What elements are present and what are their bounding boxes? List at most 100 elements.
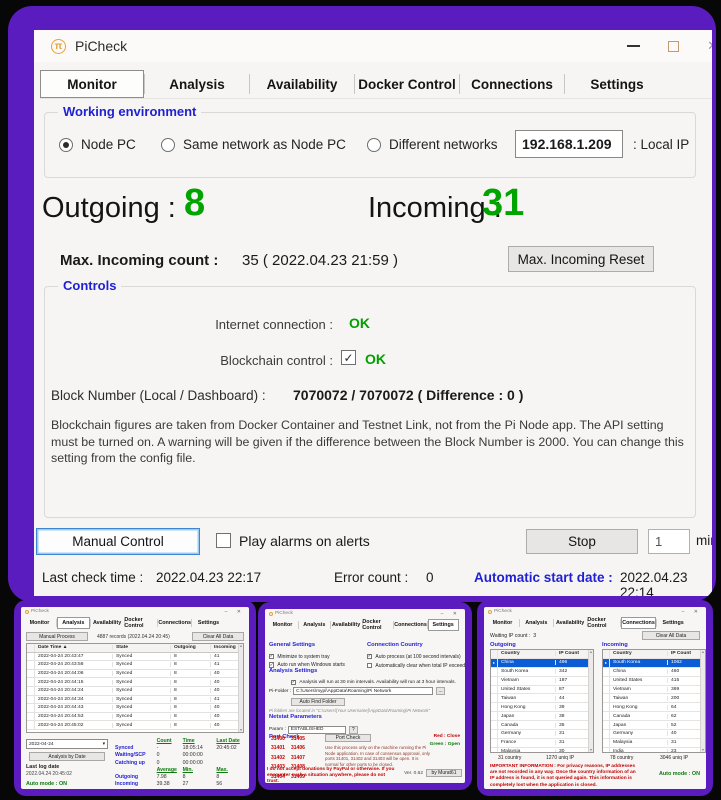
tab-docker-control[interactable]: Docker Control: [362, 619, 393, 631]
country-row[interactable]: Japan38: [491, 712, 593, 721]
tab-docker-control[interactable]: Docker Control: [587, 617, 620, 629]
credit-button[interactable]: by Murat61: [426, 769, 462, 777]
country-row[interactable]: Malaysia31: [603, 739, 705, 748]
country-row[interactable]: Canada35: [491, 721, 593, 730]
column-header-country[interactable]: Country: [610, 651, 668, 656]
country-row[interactable]: India23: [603, 748, 705, 753]
country-row[interactable]: China460: [603, 668, 705, 677]
table-row[interactable]: 2022-04-24 20:44:53Synced840: [27, 713, 243, 722]
country-row[interactable]: Vietnam187: [491, 677, 593, 686]
checkbox-checked-icon[interactable]: ✓: [291, 680, 296, 685]
table-row[interactable]: 2022-04-24 20:44:34Synced841: [27, 696, 243, 705]
clear-all-data-button[interactable]: Clear All Data: [192, 632, 244, 641]
maximize-icon[interactable]: [668, 41, 679, 52]
country-row[interactable]: Malaysia30: [491, 748, 593, 753]
country-row[interactable]: France31: [491, 739, 593, 748]
tab-docker-control[interactable]: Docker Control: [124, 617, 157, 629]
table-scrollbar[interactable]: ▲▼: [238, 644, 243, 732]
browse-button[interactable]: ...: [436, 687, 445, 695]
country-row[interactable]: Japan52: [603, 721, 705, 730]
clear-all-data-button[interactable]: Clear All Data: [642, 631, 700, 640]
radio-icon[interactable]: [367, 138, 381, 152]
column-header-date-time[interactable]: Date Time ▲: [35, 645, 113, 650]
tab-docker-control[interactable]: Docker Control: [355, 70, 459, 98]
country-row[interactable]: Taiwan200: [603, 694, 705, 703]
max-incoming-reset-button[interactable]: Max. Incoming Reset: [508, 246, 654, 272]
port-check-button[interactable]: Port Check: [325, 734, 371, 742]
local-ip-input[interactable]: 192.168.1.209: [515, 130, 623, 158]
close-icon[interactable]: ✕: [707, 38, 712, 54]
country-row[interactable]: Hong Kong64: [603, 703, 705, 712]
pi-folder-row: Pi-Folder : C:\Users\mypi\AppData\Roamin…: [269, 687, 461, 695]
country-row[interactable]: Hong Kong39: [491, 703, 593, 712]
table-row[interactable]: 2022-04-24 20:44:06Synced840: [27, 670, 243, 679]
tab-analysis[interactable]: Analysis: [145, 70, 249, 98]
scroll-down-icon[interactable]: ▼: [701, 748, 704, 752]
manual-control-button[interactable]: Manual Control: [36, 528, 200, 555]
table-row[interactable]: 2022-04-24 20:43:47Synced841: [27, 653, 243, 662]
radio-icon[interactable]: [161, 138, 175, 152]
tab-analysis[interactable]: Analysis: [57, 617, 90, 629]
play-alarms-checkbox[interactable]: [216, 533, 231, 548]
column-header-state[interactable]: State: [113, 645, 171, 650]
scroll-down-icon[interactable]: ▼: [589, 748, 592, 752]
minimize-icon[interactable]: [627, 45, 640, 47]
table-scrollbar[interactable]: ▲▼: [700, 650, 705, 752]
country-row[interactable]: ▸South Korea1062: [603, 659, 705, 668]
tab-settings[interactable]: Settings: [657, 617, 690, 629]
tab-analysis[interactable]: Analysis: [299, 619, 330, 631]
tab-monitor[interactable]: Monitor: [23, 617, 56, 629]
stop-button[interactable]: Stop: [526, 529, 638, 554]
blockchain-control-checkbox[interactable]: ✓: [341, 350, 356, 365]
tab-settings[interactable]: Settings: [192, 617, 225, 629]
column-header-outgoing[interactable]: Outgoing: [171, 645, 211, 650]
country-row[interactable]: South Korea342: [491, 668, 593, 677]
tab-monitor[interactable]: Monitor: [267, 619, 298, 631]
scroll-up-icon[interactable]: ▲: [701, 650, 704, 654]
country-row[interactable]: Germany31: [491, 730, 593, 739]
tab-availability[interactable]: Availability: [250, 70, 354, 98]
tab-availability[interactable]: Availability: [331, 619, 362, 631]
scroll-down-icon[interactable]: ▼: [239, 728, 242, 732]
tab-connections[interactable]: Connections: [158, 617, 191, 629]
country-row[interactable]: United States415: [603, 677, 705, 686]
country-row[interactable]: Taiwan44: [491, 694, 593, 703]
table-row[interactable]: 2022-04-24 20:43:56Synced841: [27, 661, 243, 670]
tab-connections[interactable]: Connections: [460, 70, 564, 98]
tab-analysis[interactable]: Analysis: [520, 617, 553, 629]
table-row[interactable]: 2022-04-24 20:44:15Synced840: [27, 678, 243, 687]
radio-selected-icon[interactable]: [59, 138, 73, 152]
tab-availability[interactable]: Availability: [91, 617, 124, 629]
analysis-table[interactable]: ▲▼ Date Time ▲StateOutgoingIncoming2022-…: [26, 643, 244, 733]
tab-monitor[interactable]: Monitor: [486, 617, 519, 629]
country-row[interactable]: United States87: [491, 686, 593, 695]
table-row[interactable]: 2022-04-24 20:44:24Synced840: [27, 687, 243, 696]
tab-connections[interactable]: Connections: [394, 619, 427, 631]
country-row[interactable]: ▸China496: [491, 659, 593, 668]
tab-settings[interactable]: Settings: [428, 619, 459, 631]
pi-folder-input[interactable]: C:\Users\mypi\AppData\Roaming\Pi Network: [293, 687, 433, 695]
radio-same-network[interactable]: Same network as Node PC: [161, 137, 346, 152]
outgoing-country-table[interactable]: ▲▼ CountryIP Count▸China496South Korea34…: [490, 649, 594, 753]
table-row[interactable]: 2022-04-24 20:45:02Synced840: [27, 721, 243, 730]
tab-availability[interactable]: Availability: [554, 617, 587, 629]
radio-node-pc[interactable]: Node PC: [59, 137, 136, 152]
country-row[interactable]: Germany40: [603, 730, 705, 739]
tab-monitor[interactable]: Monitor: [40, 70, 144, 98]
tab-settings[interactable]: Settings: [565, 70, 669, 98]
manual-process-button[interactable]: Manual Process: [26, 632, 88, 641]
country-row[interactable]: Canada62: [603, 712, 705, 721]
interval-input[interactable]: 1: [648, 529, 690, 554]
date-filter-select[interactable]: 2022-04-24 ▾: [26, 739, 108, 749]
blockchain-control-label: Blockchain control :: [45, 353, 333, 368]
scroll-up-icon[interactable]: ▲: [239, 644, 242, 648]
analysis-by-date-button[interactable]: Analysis by Date: [29, 752, 105, 761]
tab-connections[interactable]: Connections: [621, 617, 656, 629]
scroll-up-icon[interactable]: ▲: [589, 650, 592, 654]
table-scrollbar[interactable]: ▲▼: [588, 650, 593, 752]
table-row[interactable]: 2022-04-24 20:44:43Synced840: [27, 704, 243, 713]
radio-different-networks[interactable]: Different networks: [367, 137, 498, 152]
incoming-country-table[interactable]: ▲▼ CountryIP Count▸South Korea1062China4…: [602, 649, 706, 753]
country-row[interactable]: Vietnam369: [603, 686, 705, 695]
column-header-country[interactable]: Country: [498, 651, 556, 656]
